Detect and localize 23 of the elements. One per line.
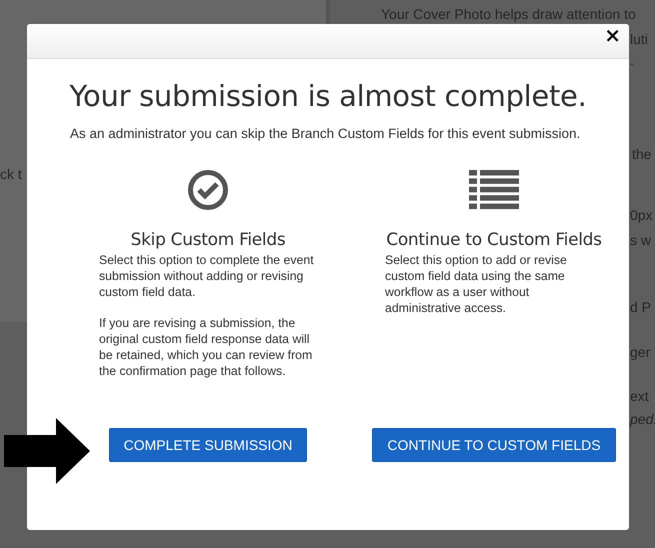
background-text: ck t <box>0 166 22 182</box>
background-text: the <box>632 146 652 162</box>
option-description: Select this option to complete the event submission without adding or revising custom field data. <box>99 252 315 300</box>
close-button[interactable]: × <box>602 26 623 44</box>
background-text: d P <box>630 299 652 315</box>
background-text: luti <box>630 31 648 47</box>
background-text: . <box>630 52 634 68</box>
background-text: s w <box>630 232 651 248</box>
pointer-arrow-icon <box>4 418 90 484</box>
list-icon <box>469 170 519 210</box>
check-circle-icon <box>187 169 229 211</box>
background-text: ext <box>630 388 649 404</box>
option-description: Select this option to add or revise custom field data using the same workflow as a user without administrative access. <box>385 252 568 316</box>
background-text: Your Cover Photo helps draw attention to <box>381 6 636 22</box>
background-text: 0px <box>630 207 653 223</box>
dialog-title: Your submission is almost complete. <box>68 79 588 113</box>
option-heading: Skip Custom Fields <box>130 230 286 250</box>
option-description: If you are revising a submission, the original custom field response data will be retained, which you can review from the confirmation page that follows. <box>99 315 314 379</box>
background-text: ger <box>630 344 650 360</box>
option-button[interactable]: COMPLETE SUBMISSION <box>108 428 308 462</box>
option-button[interactable]: CONTINUE TO CUSTOM FIELDS <box>372 428 616 462</box>
option-heading: Continue to Custom Fields <box>386 230 602 250</box>
intro-text: As an administrator you can skip the Branch Custom Fields for this event submission. <box>70 125 582 143</box>
